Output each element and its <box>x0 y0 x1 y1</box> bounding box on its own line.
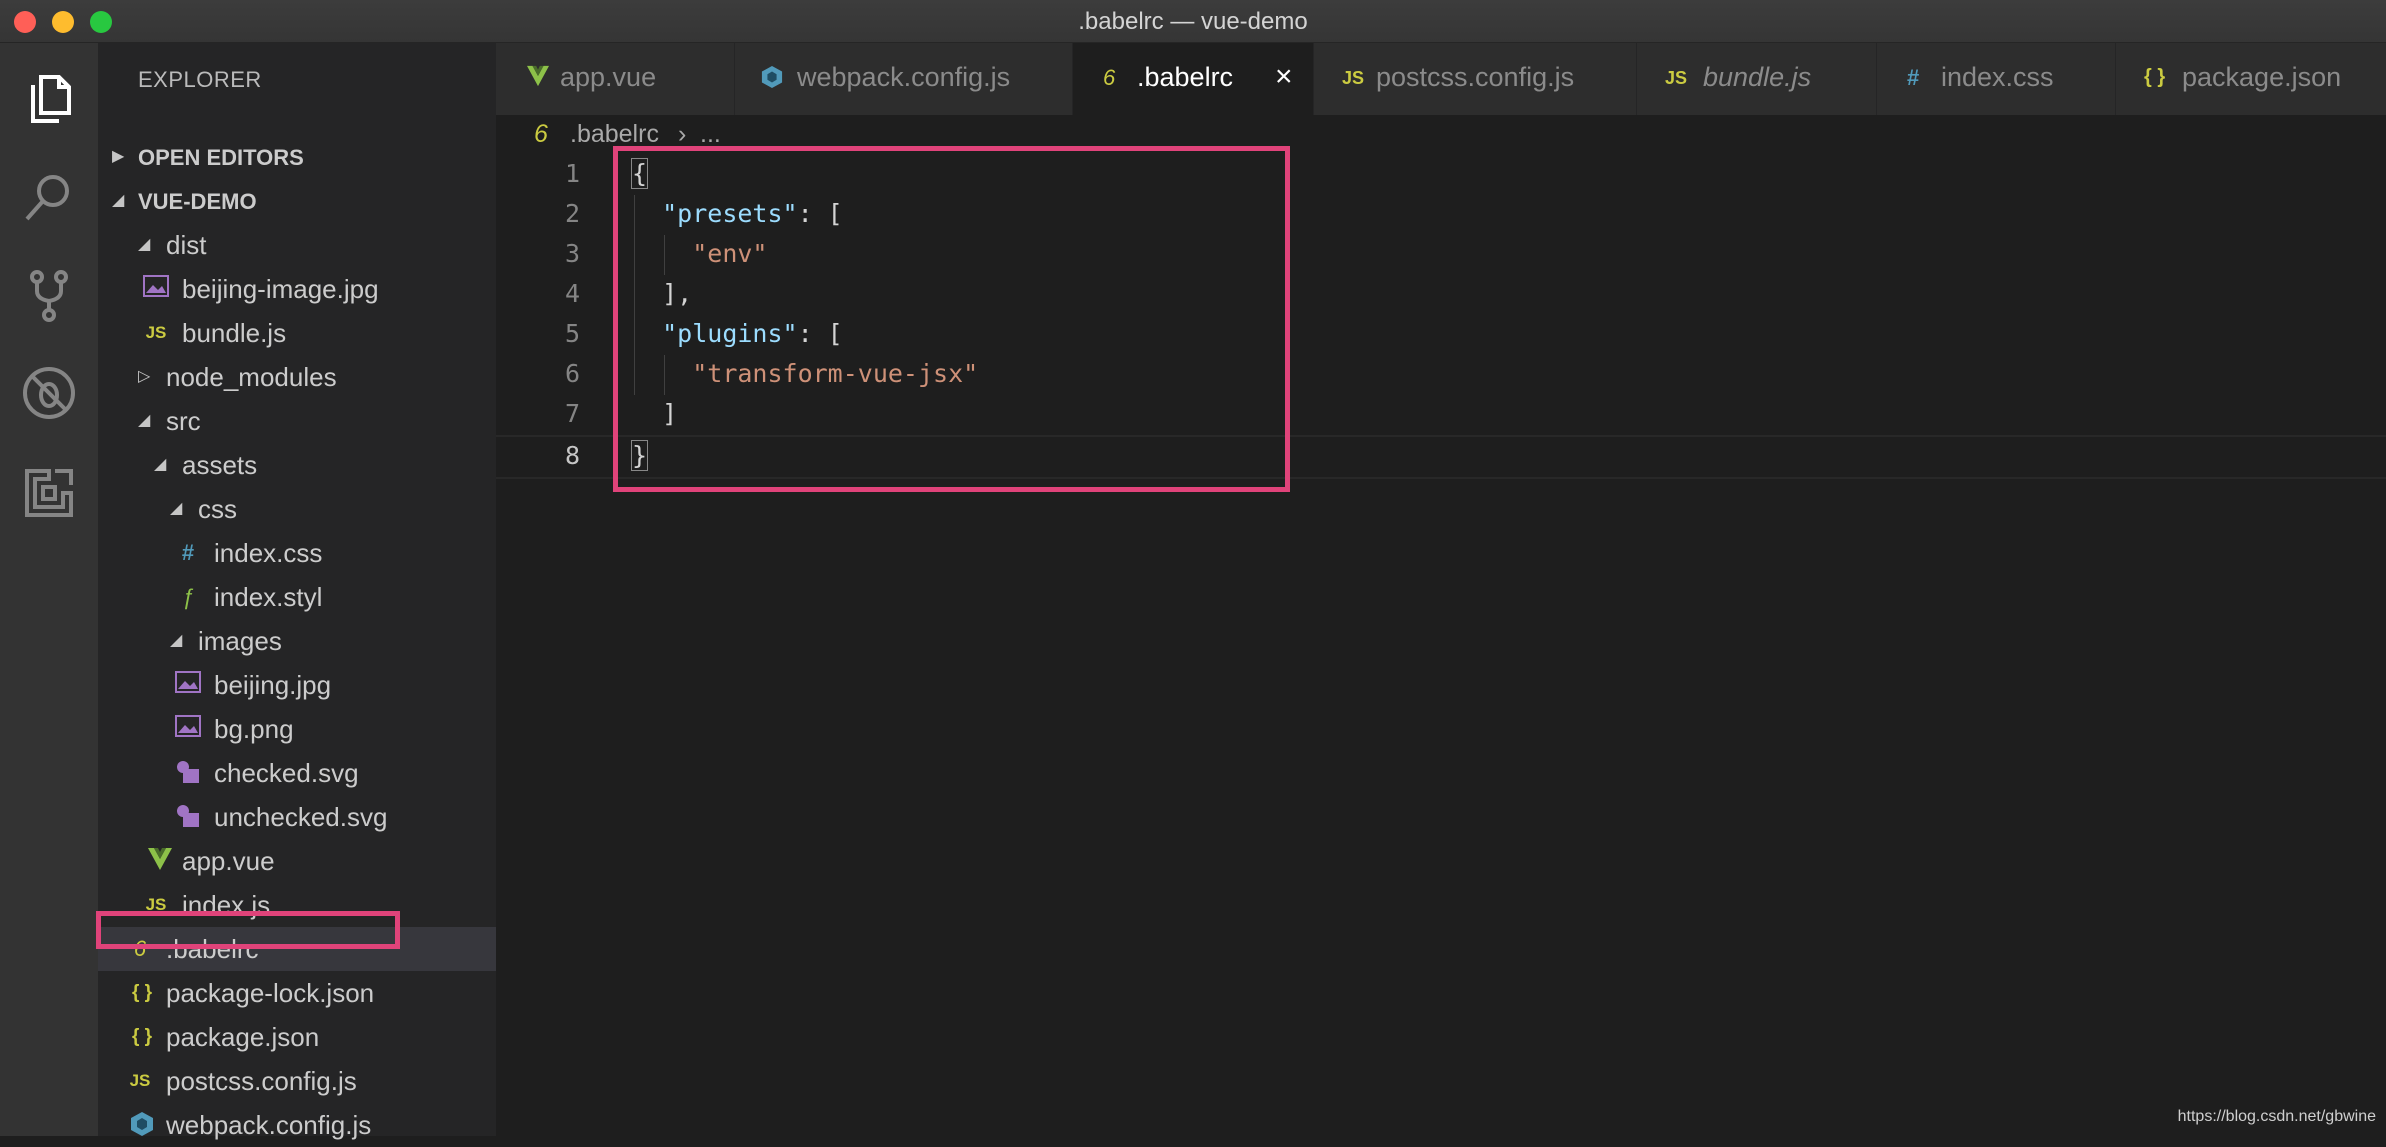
extensions-icon[interactable] <box>19 463 79 523</box>
tree-item-bundle-js[interactable]: JS bundle.js <box>98 311 496 355</box>
chevron-down-icon: ◢ <box>138 236 151 253</box>
code-highlight-box <box>613 146 1290 492</box>
breadcrumb-more[interactable]: ... <box>700 120 721 149</box>
js-file-icon: JS <box>1665 68 1688 88</box>
json-file-icon: { } <box>2144 66 2166 88</box>
chevron-right-icon: ▷ <box>138 368 151 385</box>
chevron-down-icon: ◢ <box>138 412 151 429</box>
activity-bar <box>0 43 98 1136</box>
watermark: https://blog.csdn.net/gbwine <box>2177 1108 2376 1125</box>
tree-item-beijing-jpg[interactable]: beijing.jpg <box>98 663 496 707</box>
json-file-icon: { } <box>131 982 153 1003</box>
tree-item-dist[interactable]: ◢ dist <box>98 223 496 267</box>
tree-item-app-vue[interactable]: app.vue <box>98 839 496 883</box>
tree-item-src[interactable]: ◢ src <box>98 399 496 443</box>
chevron-right-icon: ▶ <box>112 148 125 165</box>
tree-item-node-modules[interactable]: ▷ node_modules <box>98 355 496 399</box>
tree-item-package-lock-json[interactable]: { } package-lock.json <box>98 971 496 1015</box>
close-icon[interactable]: × <box>1275 60 1293 94</box>
breadcrumb-separator-icon: › <box>678 120 687 148</box>
tree-item-index-styl[interactable]: ƒ index.styl <box>98 575 496 619</box>
tree-item-images[interactable]: ◢ images <box>98 619 496 663</box>
project-section[interactable]: ◢ VUE-DEMO <box>98 179 496 223</box>
svg-file-icon <box>174 803 202 831</box>
json-file-icon: { } <box>131 1026 153 1047</box>
css-file-icon: # <box>181 540 195 565</box>
babel-file-icon: 6 <box>534 120 548 148</box>
editor-tab-bar: app.vue webpack.config.js 6 .babelrc × J… <box>496 43 2386 115</box>
tree-item-package-json[interactable]: { } package.json <box>98 1015 496 1059</box>
svg-file-icon <box>174 759 202 787</box>
tab-index-css[interactable]: # index.css <box>1877 43 2116 115</box>
search-icon[interactable] <box>19 167 79 227</box>
tree-item-checked-svg[interactable]: checked.svg <box>98 751 496 795</box>
files-icon[interactable] <box>19 67 79 127</box>
chevron-down-icon: ◢ <box>154 456 167 473</box>
explorer-sidebar: EXPLORER ▶ OPEN EDITORS ◢ VUE-DEMO ◢ dis… <box>98 43 496 1140</box>
webpack-cube-icon <box>761 65 783 95</box>
open-editors-section[interactable]: ▶ OPEN EDITORS <box>98 135 496 179</box>
tree-item-beijing-image[interactable]: beijing-image.jpg <box>98 267 496 311</box>
tree-item-postcss-config[interactable]: JS postcss.config.js <box>98 1059 496 1103</box>
js-file-icon: JS <box>145 323 167 342</box>
explorer-title: EXPLORER <box>138 67 262 92</box>
breadcrumb-file[interactable]: .babelrc <box>570 120 659 149</box>
js-file-icon: JS <box>129 1071 151 1090</box>
chevron-down-icon: ◢ <box>170 500 183 517</box>
source-control-icon[interactable] <box>19 265 79 325</box>
tab-app-vue[interactable]: app.vue <box>496 43 735 115</box>
debug-icon[interactable] <box>19 363 79 423</box>
babel-file-icon: 6 <box>1103 65 1116 90</box>
tree-item-css[interactable]: ◢ css <box>98 487 496 531</box>
tree-item-unchecked-svg[interactable]: unchecked.svg <box>98 795 496 839</box>
image-file-icon <box>174 671 202 699</box>
css-file-icon: # <box>1907 65 1920 90</box>
tab-package-json[interactable]: { } package.json <box>2116 43 2386 115</box>
tab-babelrc[interactable]: 6 .babelrc × <box>1073 43 1314 115</box>
vue-logo-icon <box>146 847 174 875</box>
window-title: .babelrc — vue-demo <box>1078 8 1308 35</box>
vue-logo-icon <box>526 65 550 93</box>
chevron-down-icon: ◢ <box>112 192 125 209</box>
webpack-cube-icon <box>128 1111 156 1139</box>
image-file-icon <box>174 715 202 743</box>
tree-item-index-css[interactable]: # index.css <box>98 531 496 575</box>
stylus-file-icon: ƒ <box>181 584 195 609</box>
tree-item-bg-png[interactable]: bg.png <box>98 707 496 751</box>
image-file-icon <box>142 275 170 303</box>
chevron-down-icon: ◢ <box>170 632 183 649</box>
js-file-icon: JS <box>1342 68 1365 88</box>
tab-webpack-config[interactable]: webpack.config.js <box>735 43 1073 115</box>
title-bar: .babelrc — vue-demo <box>0 0 2386 43</box>
tree-item-webpack-config[interactable]: webpack.config.js <box>98 1103 496 1147</box>
babelrc-highlight-box <box>96 911 400 949</box>
tab-bundle-js[interactable]: JS bundle.js <box>1637 43 1877 115</box>
tree-item-assets[interactable]: ◢ assets <box>98 443 496 487</box>
tab-postcss-config[interactable]: JS postcss.config.js <box>1314 43 1637 115</box>
